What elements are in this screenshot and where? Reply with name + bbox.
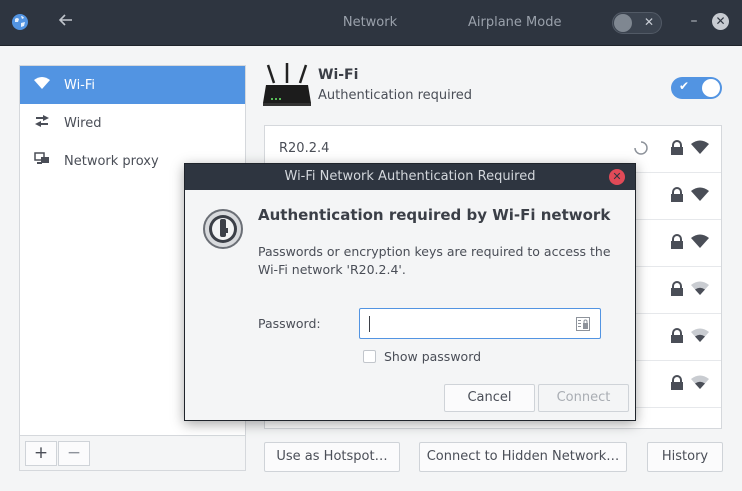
page-title: Wi-Fi xyxy=(318,67,359,83)
lock-icon xyxy=(670,187,684,203)
minimize-icon: – xyxy=(690,13,698,29)
wifi-signal-strong-icon xyxy=(691,140,709,154)
sidebar-item-label: Wi-Fi xyxy=(64,77,96,93)
close-icon: ✕ xyxy=(715,14,726,28)
wifi-toggle[interactable]: ✔ xyxy=(671,77,722,99)
lock-icon xyxy=(670,234,684,250)
lock-icon xyxy=(670,140,684,156)
show-password-label[interactable]: Show password xyxy=(384,349,481,364)
wifi-signal-weak-icon xyxy=(691,375,709,389)
sidebar-item-label: Network proxy xyxy=(64,153,159,169)
wifi-signal-strong-icon xyxy=(691,187,709,201)
back-button[interactable] xyxy=(54,10,78,34)
lock-icon xyxy=(670,281,684,297)
dialog-message: Passwords or encryption keys are require… xyxy=(258,244,611,277)
connecting-spinner-icon xyxy=(634,141,648,155)
toggle-off-icon: ✕ xyxy=(643,15,654,29)
network-name: R20.2.4 xyxy=(279,141,330,156)
sidebar-item-wifi[interactable]: Wi-Fi xyxy=(20,66,245,104)
use-as-hotspot-button[interactable]: Use as Hotspot… xyxy=(264,442,400,472)
keyboard-lock-icon[interactable] xyxy=(576,317,590,331)
cancel-button[interactable]: Cancel xyxy=(444,384,535,412)
connect-hidden-network-button[interactable]: Connect to Hidden Network… xyxy=(419,442,627,472)
remove-connection-button[interactable]: − xyxy=(58,441,90,466)
sidebar-item-label: Wired xyxy=(64,115,102,131)
wifi-signal-weak-icon xyxy=(691,281,709,295)
password-input[interactable] xyxy=(359,308,601,339)
lock-icon xyxy=(670,375,684,391)
history-button[interactable]: History xyxy=(647,442,723,472)
minimize-button[interactable]: – xyxy=(684,12,704,32)
connection-status: Authentication required xyxy=(318,88,473,103)
wired-arrows-icon xyxy=(34,114,50,132)
check-icon: ✔ xyxy=(679,79,690,93)
close-icon: ✕ xyxy=(612,170,622,183)
toggle-knob xyxy=(614,14,632,32)
wifi-icon xyxy=(34,77,50,93)
add-connection-button[interactable]: + xyxy=(25,441,57,466)
dialog-heading: Authentication required by Wi-Fi network xyxy=(258,206,611,224)
window-title: Network xyxy=(342,15,398,30)
wifi-auth-dialog: Wi-Fi Network Authentication Required ✕ … xyxy=(184,163,636,421)
password-label: Password: xyxy=(258,316,321,331)
sidebar-item-wired[interactable]: Wired xyxy=(20,104,245,142)
sidebar-toolbar: + − xyxy=(20,435,245,470)
close-button[interactable]: ✕ xyxy=(712,13,729,30)
wifi-signal-weak-icon xyxy=(691,328,709,342)
text-caret xyxy=(369,316,370,332)
connect-button[interactable]: Connect xyxy=(538,384,629,412)
show-password-checkbox[interactable] xyxy=(363,350,376,363)
dialog-title: Wi-Fi Network Authentication Required xyxy=(185,164,635,190)
dialog-close-button[interactable]: ✕ xyxy=(609,169,625,185)
router-icon xyxy=(262,63,312,109)
header-bar: Network Airplane Mode ✕ – ✕ xyxy=(0,0,742,46)
back-arrow-icon xyxy=(58,14,73,30)
proxy-icon xyxy=(34,152,50,170)
airplane-mode-label: Airplane Mode xyxy=(468,15,562,30)
lock-icon xyxy=(670,328,684,344)
wifi-signal-strong-icon xyxy=(691,234,709,248)
toggle-knob xyxy=(702,79,720,97)
globe-icon xyxy=(11,13,29,31)
keyring-lock-icon xyxy=(202,208,244,250)
airplane-mode-toggle[interactable]: ✕ xyxy=(612,12,662,34)
